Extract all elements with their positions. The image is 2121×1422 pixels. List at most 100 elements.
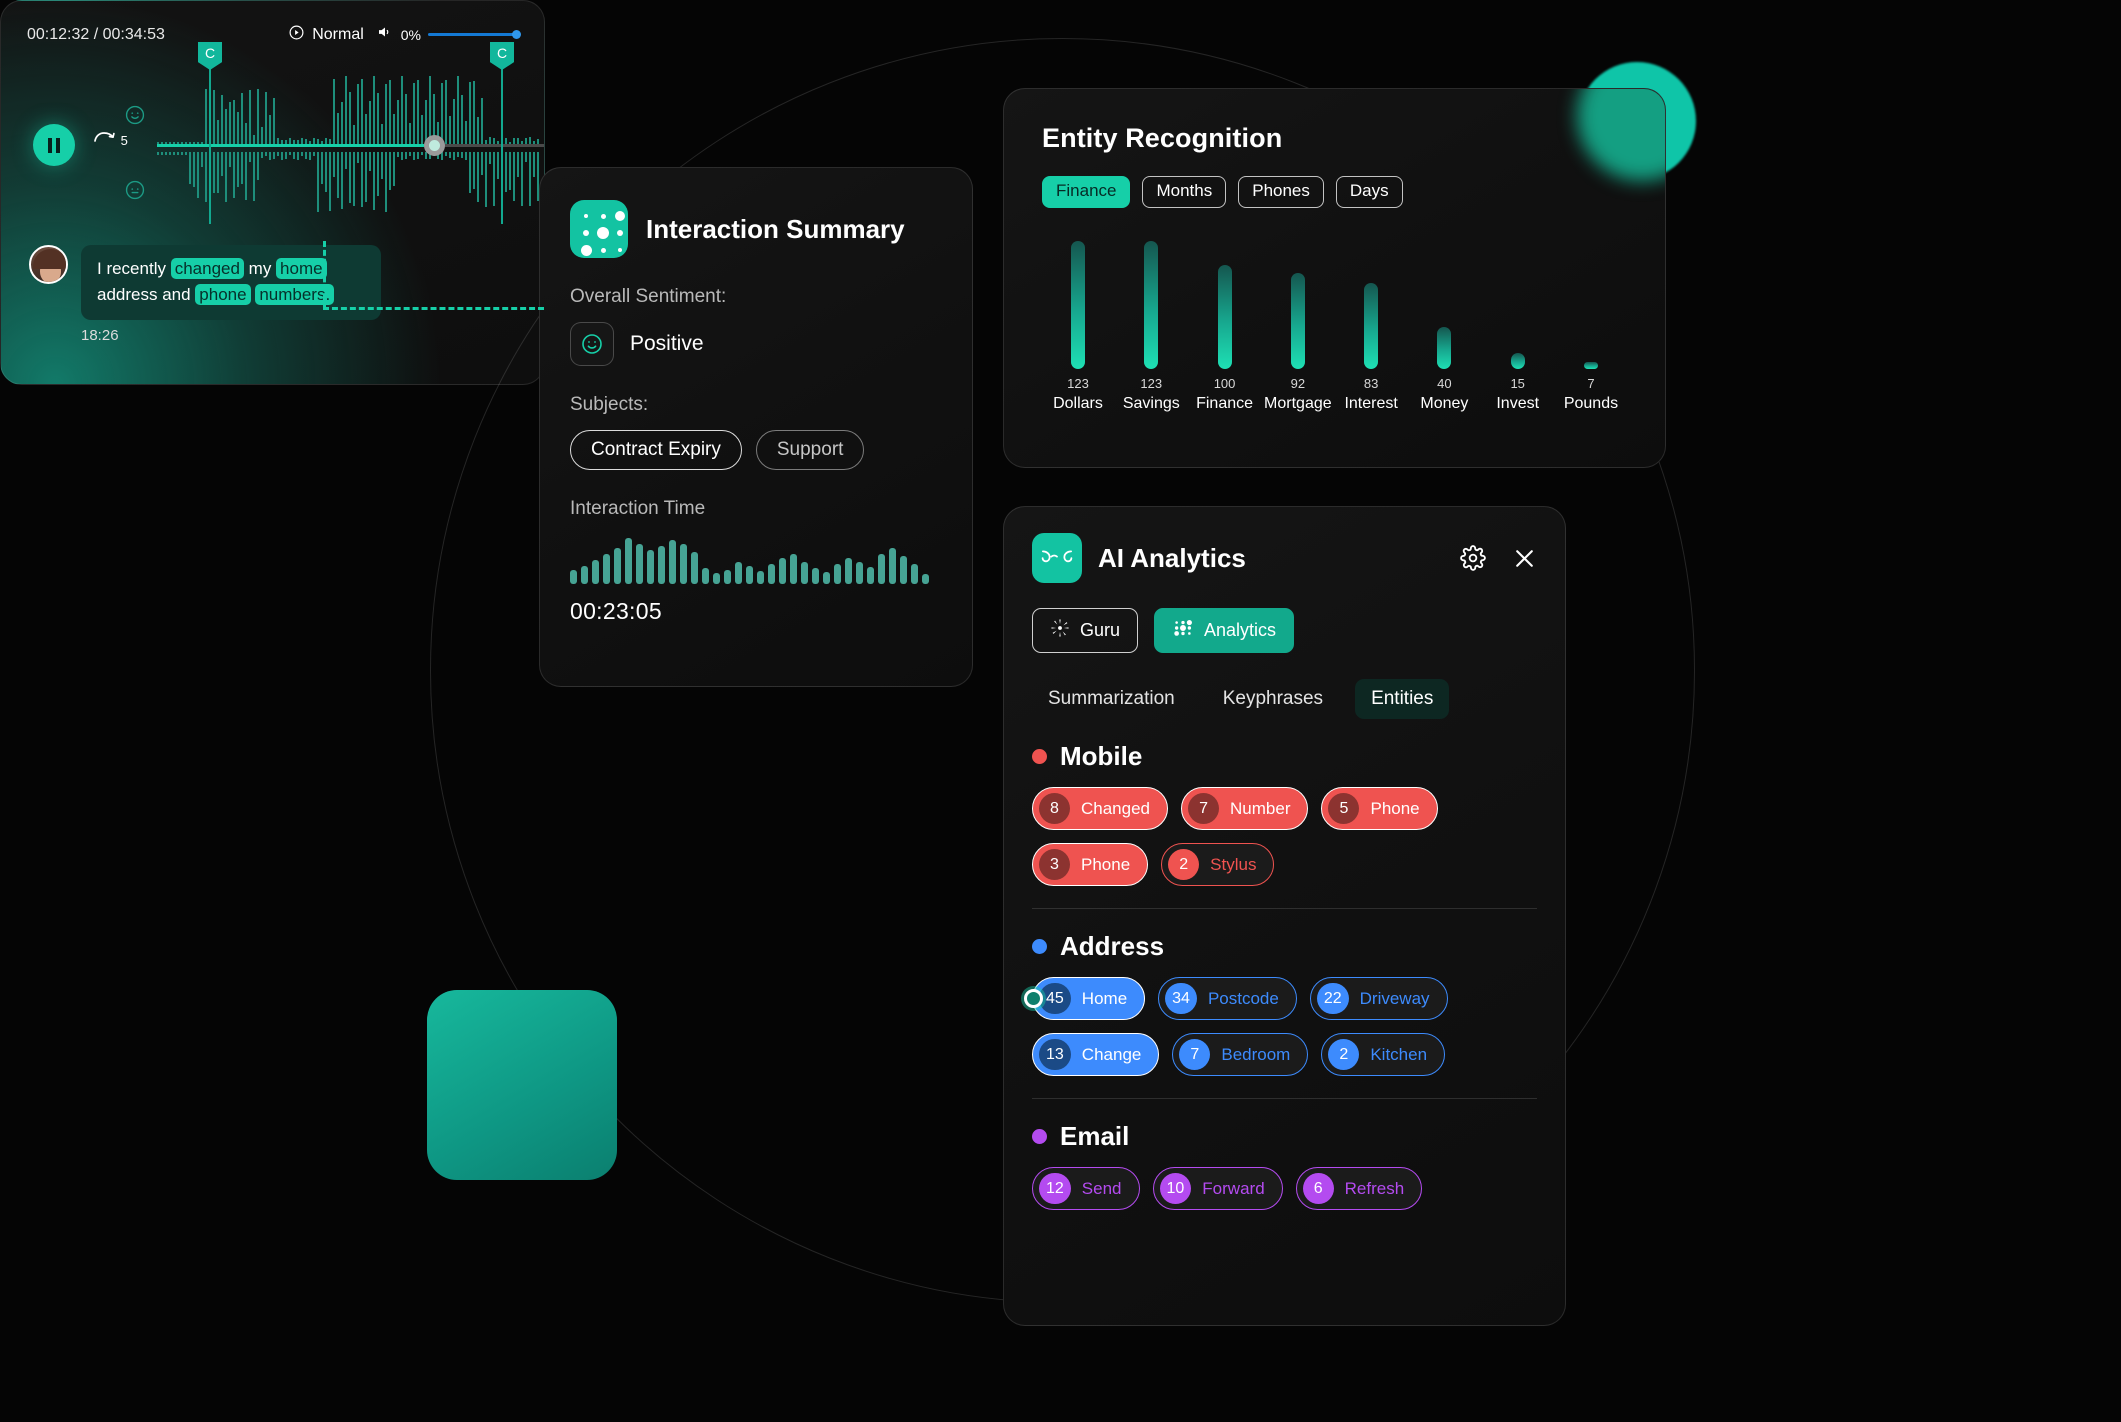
tab-keyphrases[interactable]: Keyphrases [1207, 679, 1339, 719]
entity-tag-count: 45 [1039, 983, 1071, 1014]
entity-filter-days[interactable]: Days [1335, 176, 1403, 208]
volume-slider-knob[interactable] [512, 30, 521, 39]
bar-label: Finance [1196, 395, 1254, 412]
waveform-track[interactable]: C C [157, 42, 544, 237]
entity-tag[interactable]: 10 Forward [1152, 1167, 1283, 1210]
interaction-waveform [570, 538, 942, 584]
waveform-lower [157, 152, 544, 227]
section-header: Address [1032, 931, 1537, 962]
entity-filter-finance[interactable]: Finance [1042, 176, 1131, 208]
bar-value: 7 [1587, 376, 1595, 391]
entity-tag[interactable]: 13 Change [1032, 1033, 1160, 1076]
entity-sections: Mobile 8 Changed 7 Number 5 Phone 3 Phone 2 Stylus… [1024, 719, 1537, 1210]
pause-button[interactable] [33, 124, 75, 166]
starburst-icon [1050, 618, 1070, 643]
section-title: Mobile [1060, 741, 1143, 771]
entity-tag[interactable]: 22 Driveway [1309, 977, 1448, 1020]
bar [1144, 241, 1159, 369]
entity-tag-label: Forward [1202, 1178, 1265, 1198]
bar-value: 15 [1510, 376, 1525, 391]
highlighted-entity[interactable]: home [276, 258, 327, 279]
entity-tag[interactable]: 5 Phone [1321, 787, 1438, 830]
section-color-dot [1032, 749, 1047, 764]
bar-value: 123 [1140, 376, 1163, 391]
bar-value: 83 [1363, 376, 1379, 391]
interaction-time-label: Interaction Time [570, 498, 706, 519]
close-icon[interactable] [1512, 546, 1537, 571]
entity-recognition-title: Entity Recognition [1042, 123, 1283, 153]
entity-link-line-horizontal [323, 307, 544, 310]
chapter-marker[interactable]: C [490, 42, 514, 224]
entity-tag[interactable]: 6 Refresh [1295, 1167, 1423, 1210]
mode-button-guru[interactable]: Guru [1032, 608, 1139, 653]
entity-tag-count: 8 [1039, 793, 1070, 824]
subject-pill[interactable]: Support [755, 430, 865, 470]
bar-column: 92 Mortgage [1262, 238, 1334, 413]
entity-filter-phones[interactable]: Phones [1238, 176, 1324, 208]
tab-entities[interactable]: Entities [1355, 679, 1450, 719]
chapter-marker-label: C [490, 42, 514, 70]
chapter-marker-label: C [198, 42, 222, 70]
entity-tag[interactable]: 2 Kitchen [1321, 1033, 1446, 1076]
entity-tag-label: Kitchen [1370, 1044, 1428, 1064]
skip-forward-button[interactable]: 5 [91, 130, 128, 148]
entity-tag-label: Driveway [1359, 988, 1430, 1008]
entity-tag[interactable]: 45 Home [1024, 977, 1146, 1020]
entity-tag-label: Send [1081, 1178, 1122, 1198]
entity-tag-count: 13 [1039, 1039, 1071, 1070]
bar-label: Interest [1344, 395, 1398, 412]
bar [1364, 282, 1379, 369]
section-header: Mobile [1032, 741, 1537, 772]
entity-tag[interactable]: 2 Stylus [1161, 843, 1275, 886]
message-text: address and [97, 285, 196, 305]
entity-tag-label: Stylus [1210, 854, 1257, 874]
entity-section-mobile: Mobile 8 Changed 7 Number 5 Phone 3 Phone 2 Stylus [1032, 719, 1537, 886]
bar [1510, 353, 1525, 369]
seek-handle[interactable] [424, 135, 446, 156]
highlighted-entity[interactable]: phone [195, 284, 251, 306]
entity-tag-label: Change [1081, 1044, 1142, 1064]
bar-column: 100 Finance [1189, 238, 1261, 413]
entity-tag-label: Home [1081, 988, 1128, 1008]
bar [1217, 264, 1232, 369]
player-top-bar: 00:12:32 / 00:34:53 Normal 0% [1, 1, 544, 46]
avatar [29, 245, 68, 284]
entity-filter-months[interactable]: Months [1142, 176, 1227, 208]
dots-grid-icon [570, 200, 628, 258]
chapter-marker[interactable]: C [198, 42, 222, 224]
ai-panel-header: AI Analytics [1032, 533, 1537, 583]
section-title: Email [1060, 1121, 1130, 1151]
gear-icon[interactable] [1460, 545, 1486, 571]
bar-label: Money [1420, 395, 1469, 412]
mode-button-analytics[interactable]: Analytics [1154, 608, 1295, 653]
entity-tag[interactable]: 7 Number [1181, 787, 1309, 830]
interaction-summary-card: Interaction Summary Overall Sentiment: P… [539, 167, 973, 687]
bar-value: 100 [1213, 376, 1236, 391]
entity-tag-label: Changed [1081, 798, 1151, 818]
entity-tag[interactable]: 3 Phone [1032, 843, 1149, 886]
tab-summarization[interactable]: Summarization [1032, 679, 1191, 719]
volume-slider[interactable] [428, 30, 521, 39]
entity-tag-label: Postcode [1207, 988, 1279, 1008]
entity-tag[interactable]: 8 Changed [1032, 787, 1169, 830]
bar-column: 123 Dollars [1042, 238, 1114, 413]
entity-tag-label: Phone [1370, 798, 1420, 818]
bar-label: Pounds [1563, 395, 1619, 412]
entity-tag-count: 6 [1302, 1173, 1334, 1204]
transcript-message: I recently changed my home address and p… [1, 237, 544, 320]
entity-tag[interactable]: 34 Postcode [1158, 977, 1297, 1020]
sentiment-marker-bottom-icon [124, 179, 146, 206]
ai-tabs: Summarization Keyphrases Entities [1032, 679, 1537, 719]
message-text: I recently [97, 259, 171, 278]
entity-tag-count: 10 [1159, 1173, 1192, 1204]
media-player-card: 00:12:32 / 00:34:53 Normal 0% 5 C C I re… [0, 0, 545, 385]
ai-panel-actions [1460, 545, 1537, 571]
entity-bar-chart: 123 Dollars 123 Savings 100 Finance 92 Mortgage… [1042, 238, 1627, 413]
highlighted-entity[interactable]: changed [170, 258, 244, 279]
seek-bar[interactable] [157, 135, 544, 156]
volume-percent: 0% [400, 26, 421, 43]
playback-speed-control[interactable]: Normal [288, 24, 364, 46]
entity-tag[interactable]: 12 Send [1032, 1167, 1140, 1210]
subject-pill[interactable]: Contract Expiry [570, 430, 742, 470]
entity-tag[interactable]: 7 Bedroom [1172, 1033, 1309, 1076]
